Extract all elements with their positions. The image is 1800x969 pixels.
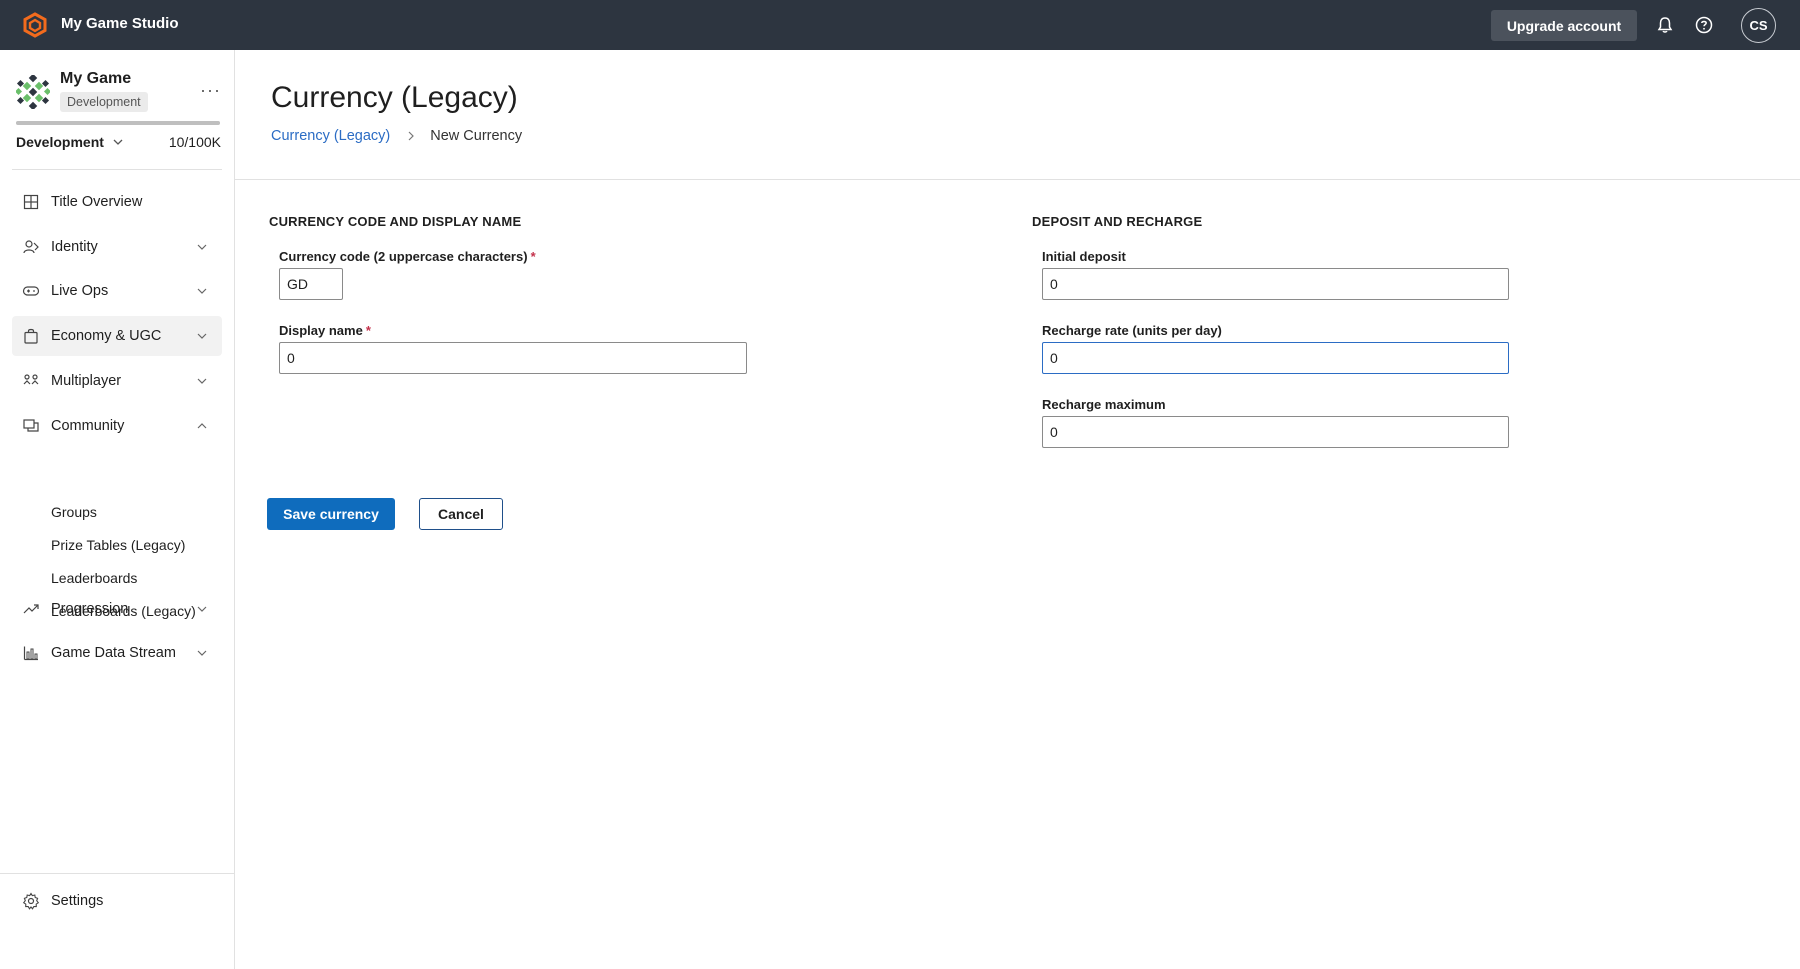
sidebar-item-label: Multiplayer bbox=[51, 373, 122, 389]
sidebar-item-label: Identity bbox=[51, 239, 98, 255]
chevron-down-icon bbox=[113, 139, 123, 145]
sidebar-bottom-divider bbox=[0, 873, 234, 874]
top-bar: My Game Studio Upgrade account CS bbox=[0, 0, 1800, 50]
display-name-label: Display name * bbox=[279, 323, 371, 338]
recharge-maximum-input[interactable] bbox=[1042, 416, 1509, 448]
chevron-down-icon bbox=[197, 378, 207, 384]
header-divider bbox=[235, 179, 1800, 180]
currency-code-label: Currency code (2 uppercase characters) * bbox=[279, 249, 536, 264]
sidebar-item-label: Economy & UGC bbox=[51, 328, 162, 344]
sidebar-item-identity[interactable]: Identity bbox=[12, 227, 222, 267]
required-asterisk: * bbox=[365, 323, 371, 338]
sidebar-divider bbox=[12, 169, 222, 170]
chevron-up-icon bbox=[197, 423, 207, 429]
sidebar-item-live-ops[interactable]: Live Ops bbox=[12, 271, 222, 311]
chevron-down-icon bbox=[197, 650, 207, 656]
sidebar-item-community[interactable]: Community bbox=[12, 406, 222, 446]
recharge-rate-input[interactable] bbox=[1042, 342, 1509, 374]
display-name-label-text: Display name bbox=[279, 323, 363, 338]
environment-badge: Development bbox=[60, 92, 148, 112]
trend-icon bbox=[23, 604, 39, 614]
usage-count: 10/100K bbox=[168, 134, 221, 150]
sidebar-item-label: Title Overview bbox=[51, 194, 143, 210]
cancel-button[interactable]: Cancel bbox=[419, 498, 503, 530]
sidebar-item-settings[interactable]: Settings bbox=[12, 881, 222, 921]
chevron-down-icon bbox=[197, 333, 207, 339]
environment-select[interactable]: Development bbox=[16, 134, 124, 150]
gear-icon bbox=[22, 892, 40, 910]
breadcrumb-current: New Currency bbox=[430, 128, 523, 144]
required-asterisk: * bbox=[530, 249, 536, 264]
sidebar-item-economy-ugc[interactable]: Economy & UGC bbox=[12, 316, 222, 356]
section-title-deposit-recharge: DEPOSIT AND RECHARGE bbox=[1032, 214, 1203, 229]
sidebar-item-label: Community bbox=[51, 418, 125, 434]
recharge-rate-label: Recharge rate (units per day) bbox=[1042, 323, 1222, 338]
sidebar-item-progression[interactable]: Progression bbox=[12, 589, 222, 629]
chevron-down-icon bbox=[197, 288, 207, 294]
display-name-input[interactable] bbox=[279, 342, 747, 374]
sidebar: My Game Development ··· Development 10/1… bbox=[0, 50, 235, 969]
game-avatar-icon[interactable] bbox=[16, 75, 50, 109]
chevron-right-icon bbox=[408, 131, 415, 141]
recharge-maximum-label: Recharge maximum bbox=[1042, 397, 1166, 412]
more-options-icon[interactable]: ··· bbox=[200, 80, 221, 101]
initial-deposit-input[interactable] bbox=[1042, 268, 1509, 300]
controller-icon bbox=[22, 286, 40, 296]
sidebar-item-label: Settings bbox=[51, 893, 104, 909]
bell-icon[interactable] bbox=[1655, 15, 1675, 35]
help-icon[interactable] bbox=[1694, 15, 1714, 35]
sidebar-item-label: Game Data Stream bbox=[51, 645, 176, 661]
sidebar-item-label: Progression bbox=[51, 601, 129, 617]
sidebar-subitem-groups[interactable]: Groups bbox=[51, 504, 97, 520]
multiplayer-icon bbox=[23, 374, 39, 385]
page-title: Currency (Legacy) bbox=[271, 81, 518, 114]
section-title-currency-code: CURRENCY CODE AND DISPLAY NAME bbox=[269, 214, 522, 229]
bar-chart-icon bbox=[23, 646, 38, 661]
breadcrumb-link[interactable]: Currency (Legacy) bbox=[271, 128, 390, 144]
chevron-down-icon bbox=[197, 606, 207, 612]
sidebar-subitem-leaderboards[interactable]: Leaderboards bbox=[51, 570, 137, 586]
initial-deposit-label: Initial deposit bbox=[1042, 249, 1126, 264]
bag-icon bbox=[24, 328, 38, 344]
studio-logo-icon[interactable] bbox=[22, 12, 48, 38]
user-avatar[interactable]: CS bbox=[1741, 8, 1776, 43]
sidebar-item-multiplayer[interactable]: Multiplayer bbox=[12, 361, 222, 401]
currency-code-label-text: Currency code (2 uppercase characters) bbox=[279, 249, 528, 264]
chevron-down-icon bbox=[197, 244, 207, 250]
sidebar-item-game-data-stream[interactable]: Game Data Stream bbox=[12, 633, 222, 673]
identity-icon bbox=[23, 240, 39, 254]
sidebar-subitem-prize-tables-legacy[interactable]: Prize Tables (Legacy) bbox=[51, 537, 185, 553]
save-currency-button[interactable]: Save currency bbox=[267, 498, 395, 530]
chat-icon bbox=[23, 419, 39, 432]
sidebar-item-label: Live Ops bbox=[51, 283, 109, 299]
studio-name[interactable]: My Game Studio bbox=[61, 15, 179, 32]
breadcrumb: Currency (Legacy) New Currency bbox=[271, 128, 522, 144]
sidebar-item-title-overview[interactable]: Title Overview bbox=[12, 182, 222, 222]
game-name: My Game bbox=[60, 70, 132, 87]
usage-progress-bar bbox=[16, 121, 220, 125]
grid-icon bbox=[23, 194, 39, 210]
upgrade-account-button[interactable]: Upgrade account bbox=[1491, 10, 1637, 41]
environment-select-label: Development bbox=[16, 134, 104, 150]
currency-code-input[interactable] bbox=[279, 268, 343, 300]
